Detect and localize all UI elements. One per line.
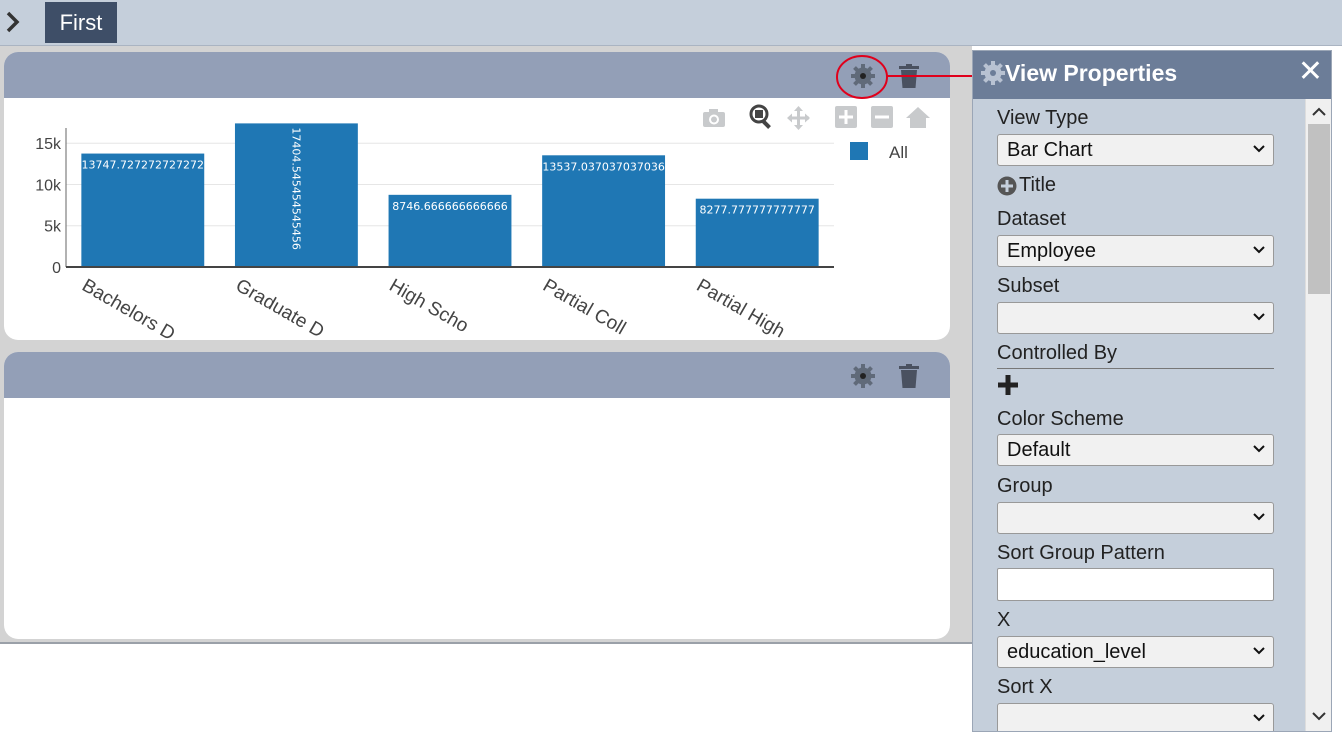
chevron-down-icon: [1253, 145, 1265, 153]
panel-2-header: [4, 352, 950, 398]
x-tick-label: Bachelors D: [78, 275, 178, 339]
dataset-select[interactable]: Employee: [997, 235, 1274, 267]
group-label: Group: [997, 475, 1053, 497]
color-scheme-select[interactable]: Default: [997, 434, 1274, 466]
x-value: education_level: [1007, 641, 1146, 663]
top-bar: First: [0, 0, 1342, 46]
scroll-up-icon[interactable]: [1312, 107, 1326, 117]
x-tick-label: High Scho: [386, 275, 472, 337]
chevron-down-icon: [1253, 513, 1265, 521]
view-type-select[interactable]: Bar Chart: [997, 134, 1274, 166]
add-controller-plus-icon[interactable]: [997, 374, 1019, 396]
controlled-by-label: Controlled By: [997, 342, 1118, 364]
legend-swatch: [850, 142, 868, 160]
zoom-in-icon[interactable]: [835, 106, 857, 128]
sort-group-pattern-label: Sort Group Pattern: [997, 542, 1165, 564]
bar-value-label: 13747.727272727272: [82, 159, 204, 172]
sort-group-pattern-input[interactable]: [997, 568, 1274, 601]
chevron-down-icon: [1253, 313, 1265, 321]
gear-icon: [981, 61, 1005, 85]
bar-value-label: 17404.545454545456: [289, 127, 302, 249]
chart-panel-1: All 13747.727272727272 17404.545454545456…: [4, 52, 950, 340]
reset-home-icon[interactable]: [906, 107, 930, 128]
subset-label: Subset: [997, 275, 1060, 297]
bar-chart-svg: All 13747.727272727272 17404.545454545456…: [35, 104, 930, 339]
scrollbar-thumb[interactable]: [1308, 124, 1330, 294]
chevron-right-icon[interactable]: [4, 10, 22, 34]
close-icon[interactable]: ✕: [1298, 57, 1323, 87]
view-properties-header: View Properties ✕: [973, 51, 1331, 99]
view-type-label: View Type: [997, 107, 1089, 129]
panel-1-header: [4, 52, 950, 98]
y-tick-label: 0: [52, 260, 61, 277]
view-properties-body: View Type Bar Chart Title Dataset Employ…: [973, 99, 1305, 731]
x-select[interactable]: education_level: [997, 636, 1274, 668]
chevron-down-icon: [1253, 714, 1265, 722]
y-tick-label: 10k: [35, 177, 62, 194]
x-label: X: [997, 609, 1011, 631]
dataset-value: Employee: [1007, 240, 1096, 262]
y-tick-label: 15k: [35, 136, 62, 153]
pan-icon[interactable]: [787, 106, 810, 130]
add-title-label: Title: [1019, 174, 1057, 196]
dashboard-workspace: All 13747.727272727272 17404.545454545456…: [0, 46, 972, 644]
sort-x-select[interactable]: [997, 703, 1274, 731]
bar-value-label: 8746.666666666666: [392, 200, 507, 213]
chevron-down-icon: [1253, 445, 1265, 453]
chevron-down-icon: [1253, 647, 1265, 655]
x-tick-label: Partial High: [693, 275, 789, 339]
view-properties-panel: View Properties ✕ View Type Bar Chart Ti…: [972, 50, 1332, 732]
chart-panel-2: [4, 352, 950, 639]
sort-x-label: Sort X: [997, 676, 1053, 698]
camera-icon[interactable]: [703, 109, 725, 127]
color-scheme-value: Default: [1007, 439, 1071, 461]
bar-value-label: 8277.777777777777: [699, 204, 814, 217]
scroll-down-icon[interactable]: [1312, 711, 1326, 721]
highlight-annotation: [836, 55, 987, 99]
trash-icon[interactable]: [896, 363, 922, 389]
view-type-value: Bar Chart: [1007, 139, 1093, 161]
color-scheme-label: Color Scheme: [997, 408, 1124, 430]
dataset-label: Dataset: [997, 208, 1066, 230]
zoom-icon[interactable]: [749, 104, 771, 129]
gear-icon[interactable]: [850, 363, 876, 389]
view-properties-title: View Properties: [1005, 60, 1178, 86]
bar-chart: All 13747.727272727272 17404.545454545456…: [4, 98, 950, 339]
y-tick-label: 5k: [44, 219, 62, 236]
x-tick-label: Partial Coll: [539, 275, 629, 339]
controlled-by-divider: [997, 368, 1274, 369]
x-tick-label: Graduate D: [232, 275, 328, 339]
group-select[interactable]: [997, 502, 1274, 534]
add-title-button[interactable]: Title: [997, 174, 1056, 197]
zoom-out-icon[interactable]: [871, 106, 893, 128]
plus-circle-icon: [997, 176, 1017, 195]
tab-first[interactable]: First: [45, 2, 117, 43]
subset-select[interactable]: [997, 302, 1274, 334]
chevron-down-icon: [1253, 246, 1265, 254]
properties-scrollbar[interactable]: [1305, 99, 1331, 731]
bar-value-label: 13537.037037037036: [542, 160, 664, 173]
legend-label: All: [889, 143, 908, 162]
